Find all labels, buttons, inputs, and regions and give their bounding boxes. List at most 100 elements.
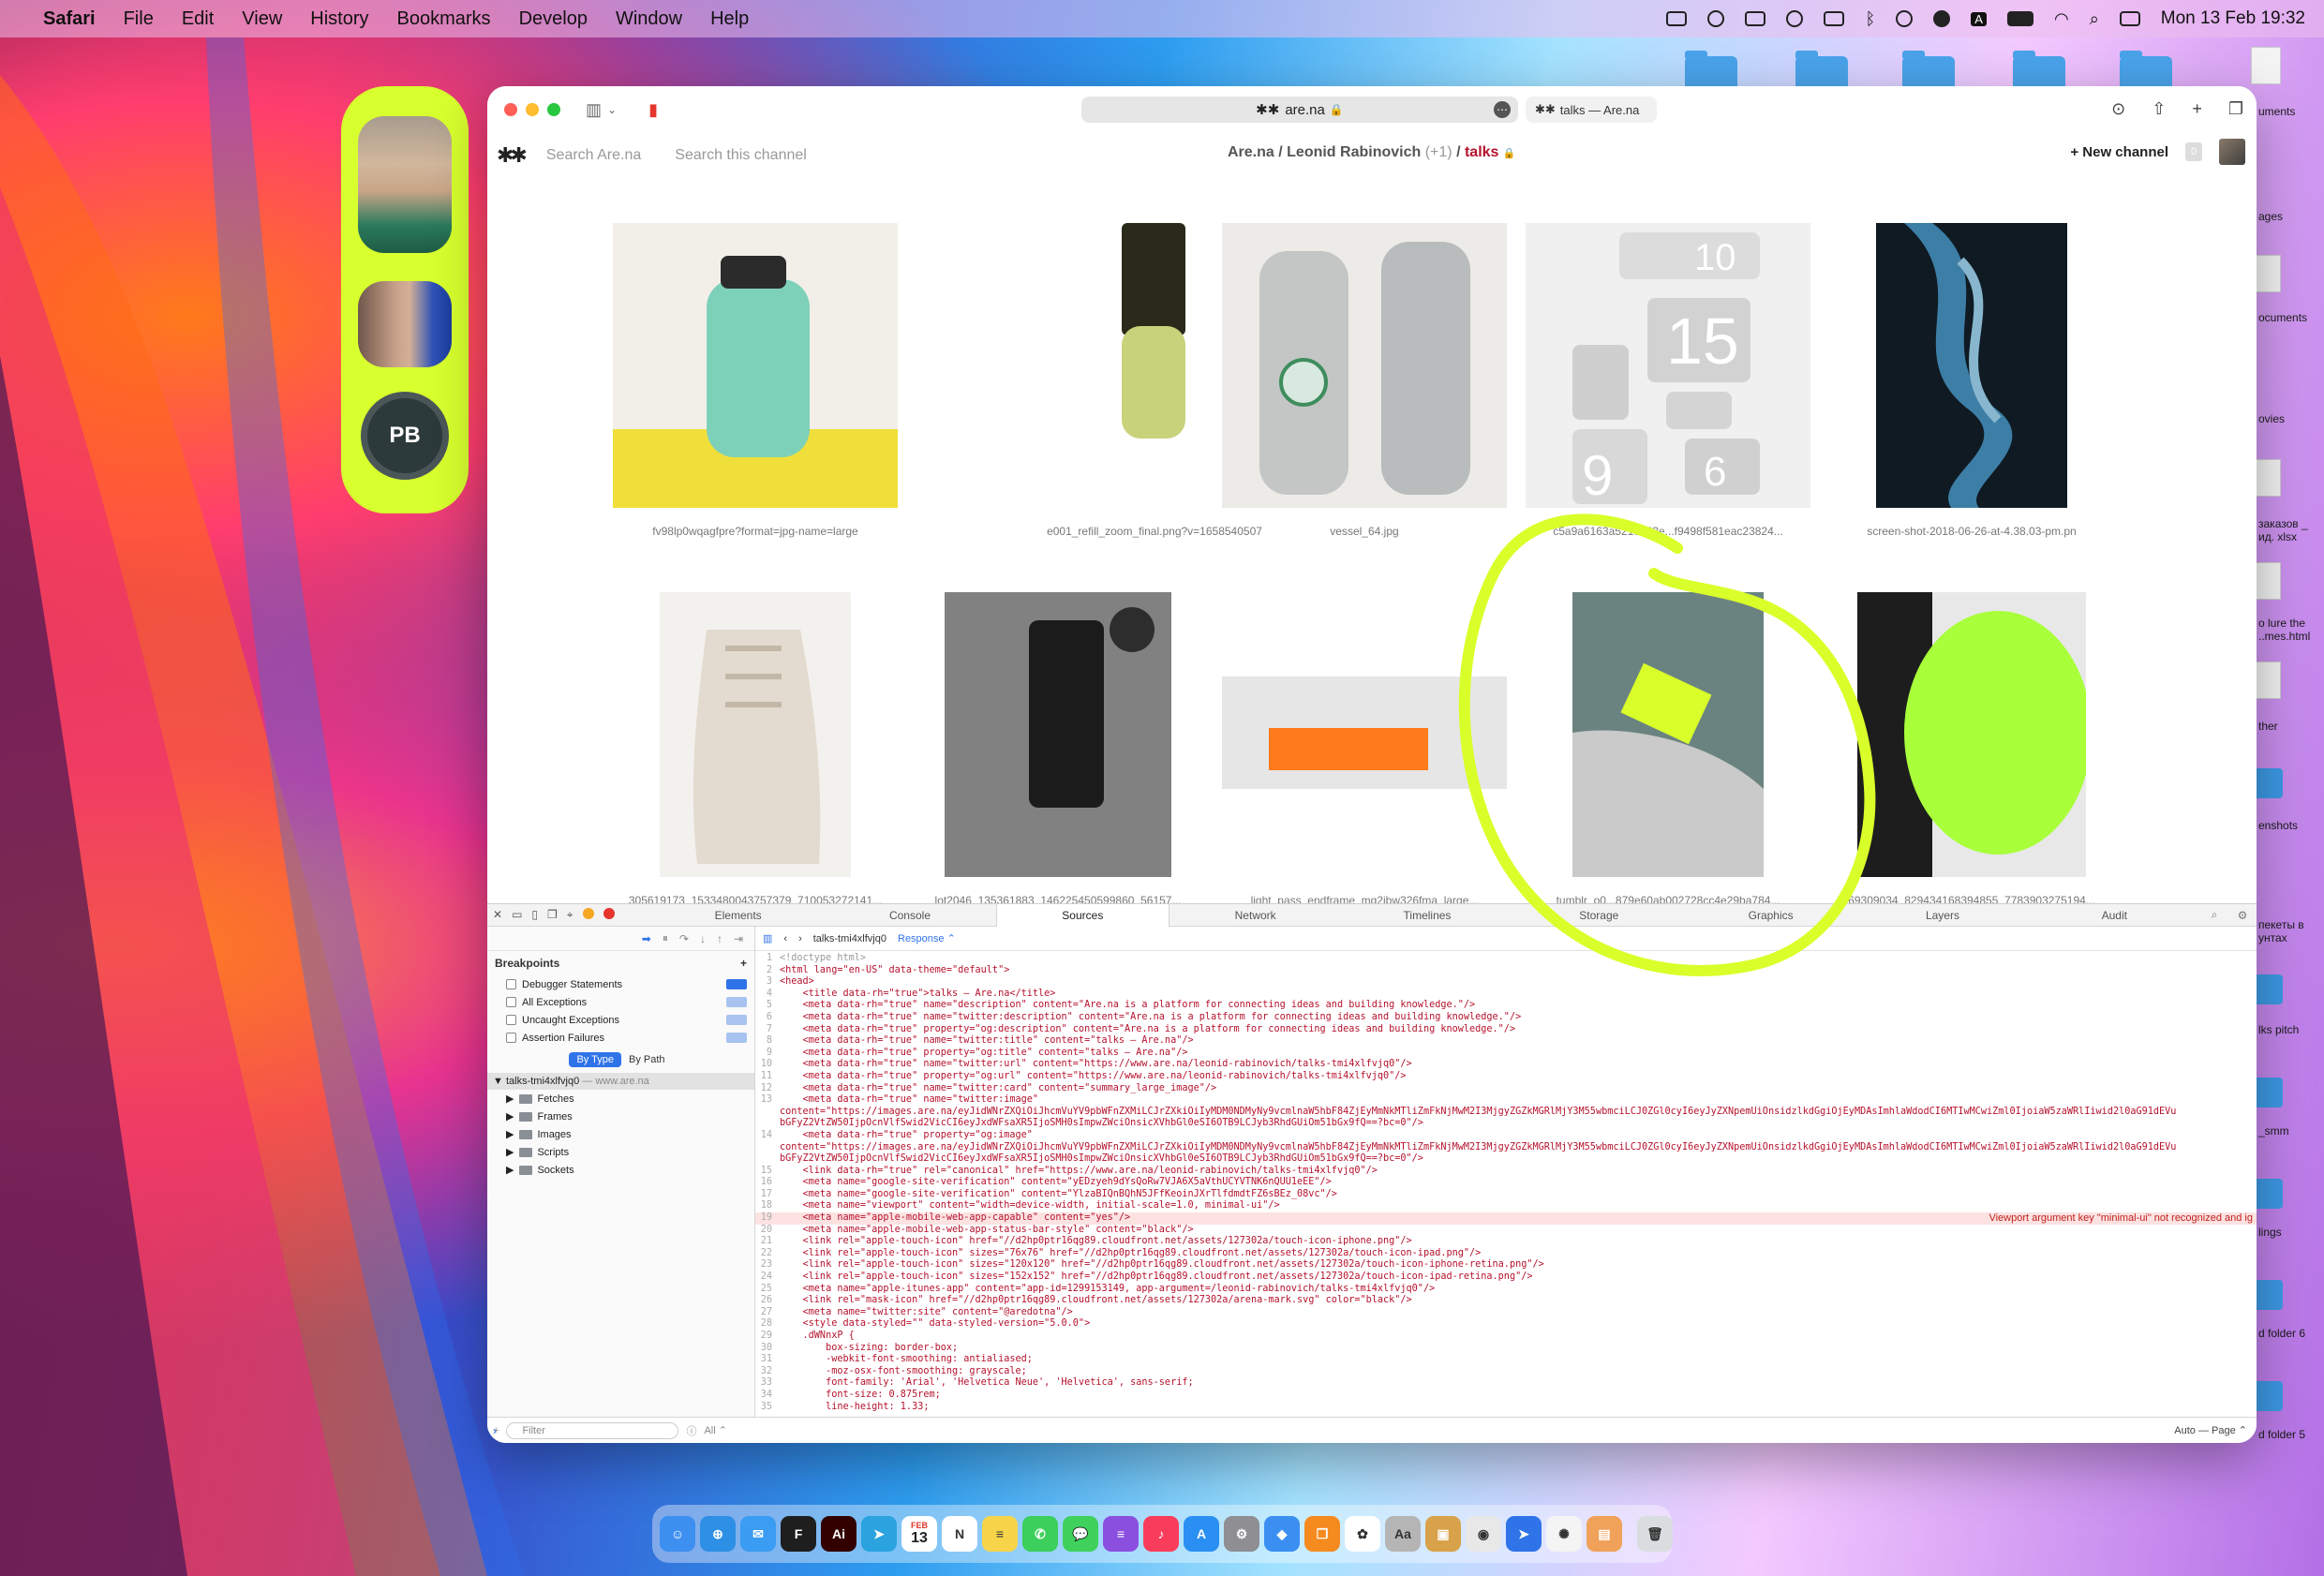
line-number[interactable]: 2 bbox=[755, 965, 780, 977]
code-line[interactable]: 7 <meta data-rh="true" property="og:desc… bbox=[755, 1024, 2257, 1036]
code-line[interactable]: 18 <meta name="viewport" content="width=… bbox=[755, 1200, 2257, 1212]
desktop-file-label[interactable]: ocuments bbox=[2258, 311, 2307, 324]
menu-edit[interactable]: Edit bbox=[182, 8, 214, 30]
tab-storage[interactable]: Storage bbox=[1513, 904, 1685, 927]
line-number[interactable]: 30 bbox=[755, 1343, 780, 1355]
line-number[interactable] bbox=[755, 1118, 780, 1130]
trash-dock-icon[interactable]: 🗑 bbox=[1637, 1516, 1673, 1552]
code-line[interactable]: 15 <link data-rh="true" rel="canonical" … bbox=[755, 1166, 2257, 1178]
wifi-icon[interactable]: ◠ bbox=[2054, 9, 2069, 29]
photos-dock-icon[interactable]: ✺ bbox=[1546, 1516, 1582, 1552]
breadcrumb-root[interactable]: Are.na bbox=[1228, 144, 1274, 160]
app-store-dock-icon[interactable]: A bbox=[1184, 1516, 1219, 1552]
line-number[interactable]: 8 bbox=[755, 1035, 780, 1048]
mail-dock-icon[interactable]: ✉ bbox=[740, 1516, 776, 1552]
desktop-file-label[interactable]: lks pitch bbox=[2258, 1023, 2299, 1036]
execution-context-select[interactable]: Auto — Page ⌃ bbox=[2174, 1424, 2247, 1436]
back-icon[interactable]: ‹ bbox=[783, 933, 787, 944]
element-picker-icon[interactable]: ⌖ bbox=[567, 908, 574, 922]
zoom-window-button[interactable] bbox=[547, 103, 560, 116]
tab-elements[interactable]: Elements bbox=[652, 904, 824, 927]
folder-item[interactable]: ▶ Scripts bbox=[487, 1143, 754, 1161]
breakpoint-enabled-flag[interactable] bbox=[726, 1033, 747, 1043]
code-line[interactable]: 14 <meta data-rh="true" property="og:ima… bbox=[755, 1130, 2257, 1142]
code-line[interactable]: 33 font-family: 'Arial', 'Helvetica Neue… bbox=[755, 1377, 2257, 1390]
dictionary-dock-icon[interactable]: Aa bbox=[1385, 1516, 1421, 1552]
code-line[interactable]: content="https://images.are.na/eyJidWNrZ… bbox=[755, 1107, 2257, 1119]
window-icon[interactable] bbox=[1824, 11, 1845, 26]
code-line[interactable]: 13 <meta data-rh="true" name="twitter:im… bbox=[755, 1094, 2257, 1107]
code-line[interactable]: 16 <meta name="google-site-verification"… bbox=[755, 1177, 2257, 1189]
desktop-file-label[interactable]: d folder 6 bbox=[2258, 1327, 2305, 1340]
menu-help[interactable]: Help bbox=[710, 8, 749, 30]
line-number[interactable]: 12 bbox=[755, 1083, 780, 1095]
desktop-file-label[interactable]: d folder 5 bbox=[2258, 1428, 2305, 1441]
close-inspector-icon[interactable]: ✕ bbox=[493, 908, 502, 922]
finder-dock-icon[interactable]: ☺ bbox=[660, 1516, 695, 1552]
calendar-dock-icon[interactable]: FEB 13 bbox=[901, 1516, 937, 1552]
desktop-file-label[interactable]: uments bbox=[2258, 105, 2295, 118]
settings-gear-icon[interactable]: ⚙ bbox=[2228, 909, 2257, 922]
line-number[interactable]: 5 bbox=[755, 1000, 780, 1012]
desktop-file-label[interactable]: пекеты в унтах bbox=[2258, 918, 2324, 944]
figma-tab-icon[interactable]: ▮ bbox=[648, 100, 658, 120]
code-lines[interactable]: 1 <!doctype html> 2 <html lang="en-US" data… bbox=[755, 951, 2257, 1413]
line-number[interactable] bbox=[755, 1107, 780, 1119]
code-line[interactable]: 9 <meta data-rh="true" property="og:titl… bbox=[755, 1048, 2257, 1060]
code-line[interactable]: 10 <meta data-rh="true" name="twitter:ur… bbox=[755, 1059, 2257, 1071]
spotlight-icon[interactable]: ⌕ bbox=[2090, 9, 2099, 29]
response-mode-select[interactable]: Response ⌃ bbox=[898, 932, 956, 944]
tab-timelines[interactable]: Timelines bbox=[1341, 904, 1512, 927]
line-number[interactable]: 13 bbox=[755, 1094, 780, 1107]
menu-window[interactable]: Window bbox=[616, 8, 682, 30]
collaborator-count[interactable]: (+1) bbox=[1425, 144, 1452, 160]
block-card[interactable]: light_pass_endframe_mq2jbw326fma_large..… bbox=[1222, 592, 1507, 907]
clock-icon[interactable] bbox=[1786, 10, 1804, 27]
group-by-path-button[interactable]: By Path bbox=[621, 1052, 673, 1067]
desktop-document-icon[interactable] bbox=[2251, 47, 2281, 84]
code-line[interactable]: 5 <meta data-rh="true" name="description… bbox=[755, 1000, 2257, 1012]
code-line[interactable]: 35 line-height: 1.33; bbox=[755, 1402, 2257, 1414]
folder-item[interactable]: ▶ Fetches bbox=[487, 1090, 754, 1108]
block-card[interactable]: 10 15 9 6 c5a9a6163a5216363e...f9498f581… bbox=[1526, 223, 1810, 538]
line-number[interactable]: 23 bbox=[755, 1259, 780, 1271]
music-dock-icon[interactable]: ♪ bbox=[1143, 1516, 1179, 1552]
new-channel-button[interactable]: + New channel bbox=[2070, 144, 2168, 160]
code-line[interactable]: 22 <link rel="apple-touch-icon" sizes="7… bbox=[755, 1248, 2257, 1260]
code-line[interactable]: 29 .dWNnxP { bbox=[755, 1331, 2257, 1343]
new-tab-icon[interactable]: + bbox=[2192, 99, 2202, 119]
brightness-icon[interactable] bbox=[1707, 10, 1725, 27]
breakpoint-item[interactable]: Assertion Failures bbox=[487, 1029, 754, 1047]
downloads-icon[interactable]: ⊙ bbox=[2111, 99, 2125, 119]
disclosure-icon[interactable]: ▶ bbox=[506, 1164, 514, 1176]
minimize-window-button[interactable] bbox=[526, 103, 539, 116]
whatsapp-dock-icon[interactable]: ✆ bbox=[1022, 1516, 1058, 1552]
participant-video-tile[interactable] bbox=[358, 281, 452, 367]
step-icon[interactable]: ⇥ bbox=[734, 932, 743, 945]
code-line[interactable]: bGFyZ2VtZW50IjpOcnVlfSwid2VicCI6eyJxdWFs… bbox=[755, 1118, 2257, 1130]
step-out-icon[interactable]: ↑ bbox=[717, 932, 723, 945]
participant-video-tile[interactable] bbox=[358, 116, 452, 253]
preview-dock-icon[interactable]: ▣ bbox=[1425, 1516, 1461, 1552]
books-dock-icon[interactable]: ❐ bbox=[1304, 1516, 1340, 1552]
line-number[interactable]: 22 bbox=[755, 1248, 780, 1260]
pause-icon[interactable]: ⏸ bbox=[663, 931, 668, 945]
disclosure-icon[interactable]: ▶ bbox=[506, 1093, 514, 1105]
line-number[interactable]: 11 bbox=[755, 1071, 780, 1083]
group-by-type-button[interactable]: By Type bbox=[569, 1052, 621, 1067]
code-line[interactable]: 1 <!doctype html> bbox=[755, 953, 2257, 965]
warning-icon[interactable] bbox=[582, 908, 594, 919]
code-line[interactable]: 17 <meta name="google-site-verification"… bbox=[755, 1189, 2257, 1201]
speeko-dock-icon[interactable]: ≡ bbox=[1103, 1516, 1139, 1552]
airplay-icon[interactable] bbox=[1896, 10, 1914, 27]
line-number[interactable]: 26 bbox=[755, 1295, 780, 1307]
line-number[interactable]: 20 bbox=[755, 1225, 780, 1237]
notes-dock-icon[interactable]: ≡ bbox=[982, 1516, 1018, 1552]
resource-root[interactable]: ▼ talks-tmi4xlfvjq0 — www.are.na bbox=[487, 1073, 754, 1090]
input-source-icon[interactable]: A bbox=[1971, 11, 1987, 26]
system-settings-dock-icon[interactable]: ⚙ bbox=[1224, 1516, 1259, 1552]
line-number[interactable]: 27 bbox=[755, 1307, 780, 1319]
breakpoint-enabled-flag[interactable] bbox=[726, 997, 747, 1007]
line-number[interactable]: 19 bbox=[755, 1212, 780, 1225]
tab-layers[interactable]: Layers bbox=[1856, 904, 2028, 927]
